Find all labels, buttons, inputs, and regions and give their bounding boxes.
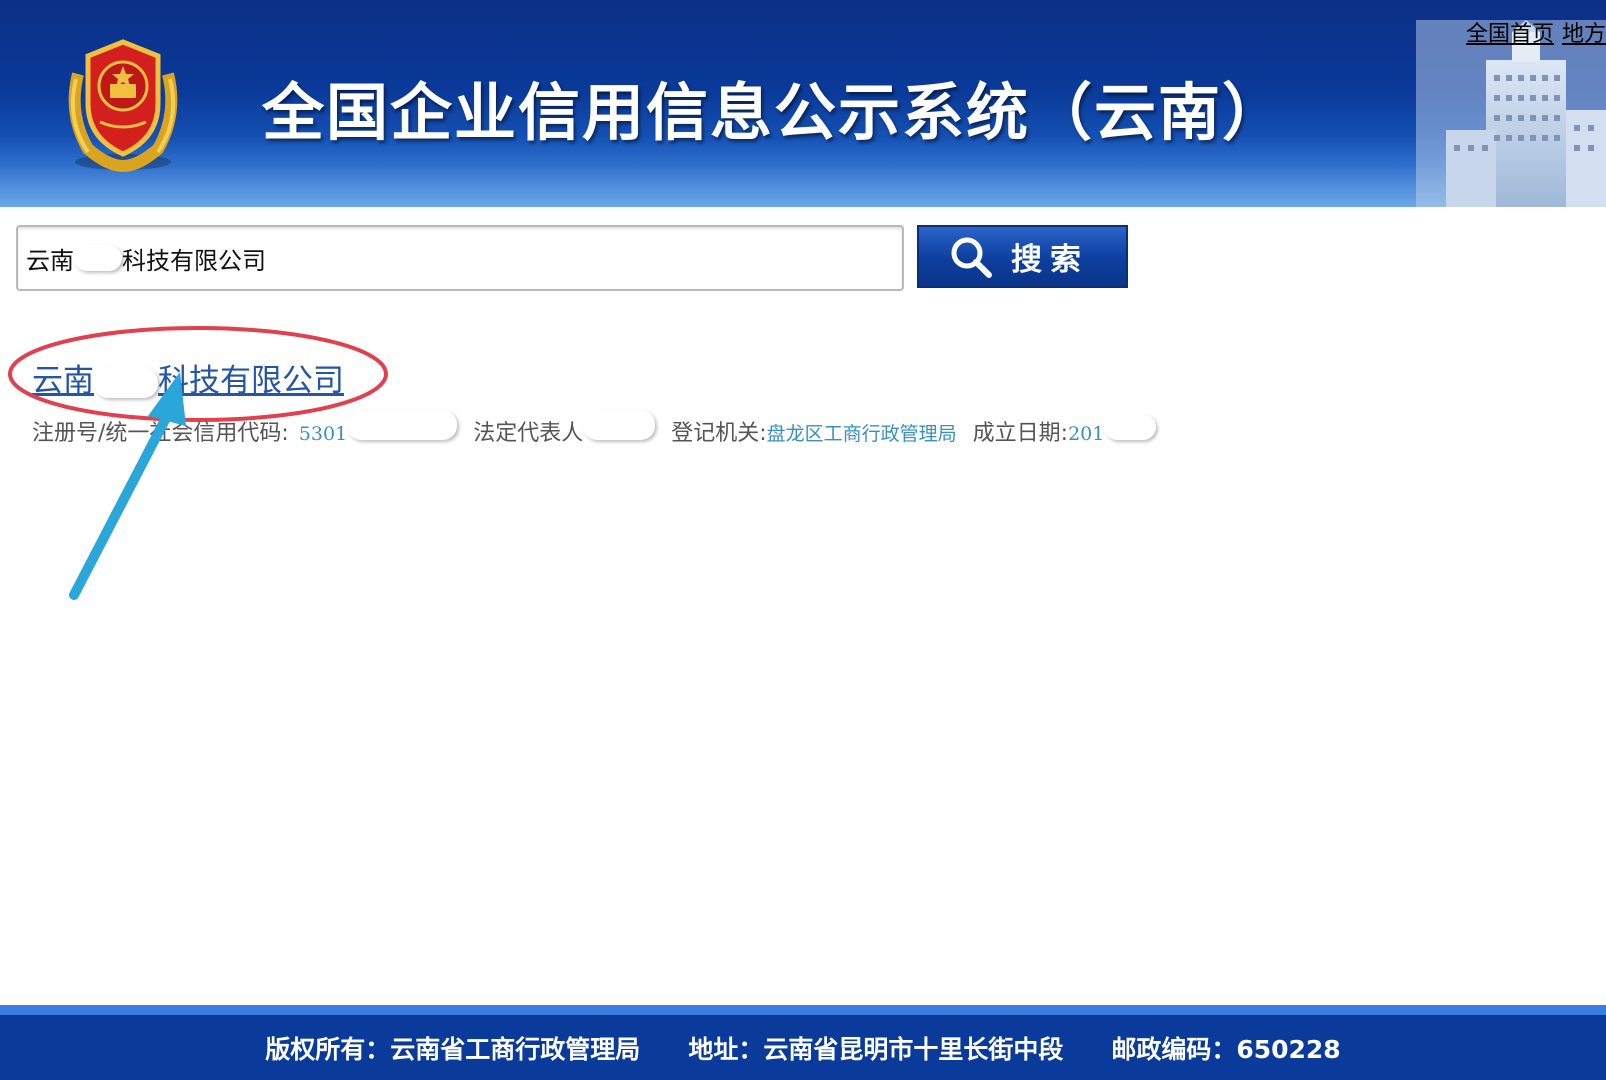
redaction-mark (94, 367, 158, 398)
search-button-label: 搜索 (1011, 242, 1089, 278)
search-button[interactable]: 搜索 (917, 225, 1128, 288)
search-input-value-suffix: 科技有限公司 (122, 246, 266, 275)
footer-postcode: 邮政编码：650228 (1111, 1034, 1341, 1064)
result-company-link[interactable]: 云南 科技有限公司 (32, 355, 344, 400)
search-input[interactable]: 云南 科技有限公司 (16, 225, 904, 291)
authority-label: 登记机关: (671, 421, 767, 446)
redaction-mark (583, 410, 656, 440)
legal-rep-label: 法定代表人 (473, 421, 584, 446)
redaction-mark (347, 410, 458, 440)
link-local[interactable]: 地方 (1562, 22, 1606, 47)
page: 全国企业信用信息公示系统（云南） 全国首页 地方 云南 科技有限公司 搜索 云南… (0, 0, 1606, 1080)
established-date-value: 201 (1068, 423, 1105, 445)
authority-value: 盘龙区工商行政管理局 (766, 423, 957, 445)
building-skyline-image (1416, 20, 1606, 207)
redaction-mark (1104, 414, 1157, 440)
footer: 版权所有：云南省工商行政管理局 地址：云南省昆明市十里长街中段 邮政编码：650… (0, 1005, 1606, 1080)
national-emblem-icon (68, 39, 178, 173)
redaction-mark (74, 245, 122, 271)
established-date-label: 成立日期: (972, 421, 1069, 446)
search-input-value-prefix: 云南 (26, 246, 74, 275)
result-title-suffix: 科技有限公司 (158, 363, 344, 399)
link-national-home[interactable]: 全国首页 (1466, 22, 1554, 47)
reg-number-label: 注册号/统一社会信用代码: (32, 421, 289, 446)
footer-copyright: 版权所有：云南省工商行政管理局 (265, 1034, 641, 1064)
reg-number-value: 5301 (298, 423, 348, 445)
search-icon (951, 237, 992, 278)
result-details: 注册号/统一社会信用代码: 5301 法定代表人 登记机关: 盘龙区工商行政管理… (32, 410, 1157, 447)
header-banner: 全国企业信用信息公示系统（云南） 全国首页 地方 (0, 0, 1606, 207)
site-title: 全国企业信用信息公示系统（云南） (262, 76, 1287, 149)
top-links: 全国首页 地方 (1458, 16, 1606, 48)
result-title-prefix: 云南 (32, 363, 94, 399)
footer-address: 地址：云南省昆明市十里长街中段 (688, 1034, 1064, 1064)
